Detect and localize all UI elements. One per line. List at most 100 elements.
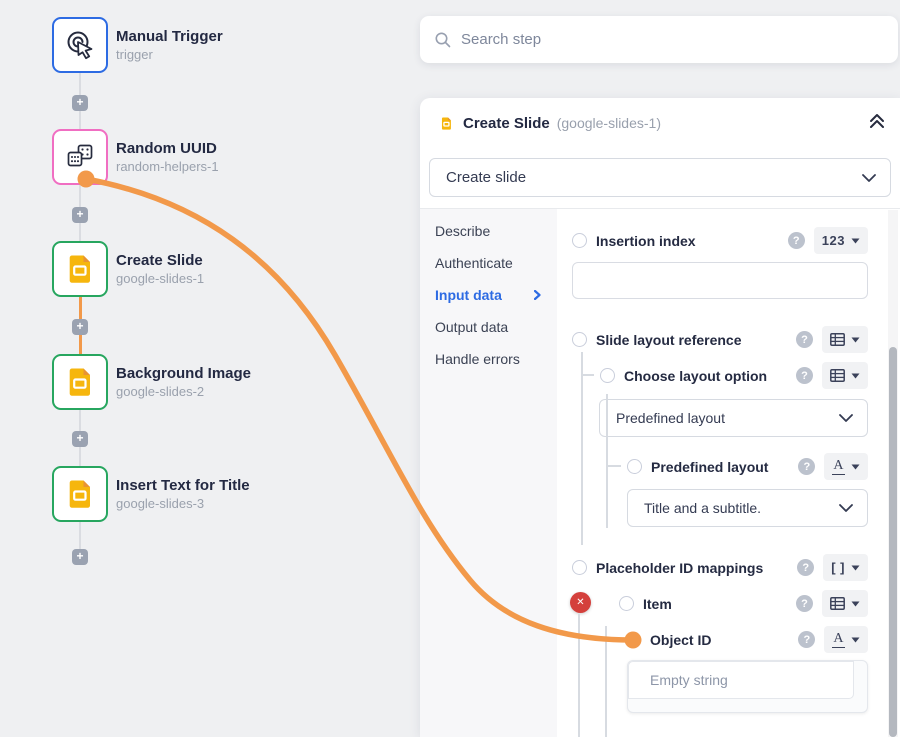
field-row-placeholder-id-mappings: Placeholder ID mappings ? [ ]: [572, 554, 868, 581]
tab-handle-errors[interactable]: Handle errors: [420, 343, 557, 375]
field-label: Object ID: [650, 632, 711, 648]
node-subtitle: google-slides-1: [116, 270, 204, 288]
connection-input-dot[interactable]: [625, 632, 641, 648]
tree-line: [606, 394, 608, 528]
node-subtitle: google-slides-3: [116, 495, 250, 513]
field-row-object-id: Object ID ? A: [625, 626, 868, 653]
tab-input-data[interactable]: Input data: [420, 279, 557, 311]
radio-predefined-layout[interactable]: [627, 459, 642, 474]
tree-line: [605, 639, 627, 641]
node-title: Insert Text for Title: [116, 476, 250, 495]
google-slides-icon: [63, 365, 97, 399]
add-step-button[interactable]: +: [72, 549, 88, 565]
google-slides-icon: [63, 477, 97, 511]
insertion-index-input[interactable]: [572, 262, 868, 299]
node-box[interactable]: [52, 466, 108, 522]
table-type-icon: [830, 369, 845, 382]
radio-placeholder-id-mappings[interactable]: [572, 560, 587, 575]
chevron-down-icon: [839, 414, 853, 422]
help-icon[interactable]: ?: [796, 331, 813, 348]
type-chip-table[interactable]: [822, 362, 868, 389]
type-chip-text[interactable]: A: [824, 453, 868, 480]
type-chip-table[interactable]: [822, 590, 868, 617]
radio-slide-layout-reference[interactable]: [572, 332, 587, 347]
field-label: Choose layout option: [624, 368, 767, 384]
node-title: Random UUID: [116, 139, 219, 158]
node-box[interactable]: [52, 241, 108, 297]
field-label: Item: [643, 596, 672, 612]
add-step-button[interactable]: +: [72, 95, 88, 111]
caret-down-icon: [851, 601, 860, 607]
tree-line: [578, 614, 580, 737]
tab-describe[interactable]: Describe: [420, 215, 557, 247]
add-step-button[interactable]: +: [72, 207, 88, 223]
manual-trigger-icon: [63, 28, 97, 62]
tab-output-data[interactable]: Output data: [420, 311, 557, 343]
collapse-chevrons-icon: [868, 113, 886, 129]
node-subtitle: google-slides-2: [116, 383, 251, 401]
node-box[interactable]: [52, 129, 108, 185]
search-input[interactable]: [461, 31, 884, 48]
tree-line: [581, 352, 583, 545]
help-icon[interactable]: ?: [788, 232, 805, 249]
caret-down-icon: [851, 637, 860, 643]
node-subtitle: trigger: [116, 46, 223, 64]
field-row-slide-layout-reference: Slide layout reference ?: [572, 326, 868, 353]
type-chip-number[interactable]: 123: [814, 227, 868, 254]
chevron-down-icon: [862, 174, 876, 182]
node-box[interactable]: [52, 354, 108, 410]
workflow-node-insert-text: Insert Text for Title google-slides-3: [52, 466, 382, 522]
object-id-value-field: [627, 660, 868, 713]
panel-scrollbar-thumb[interactable]: [889, 347, 897, 737]
node-title: Background Image: [116, 364, 251, 383]
workflow-node-manual-trigger: Manual Trigger trigger: [52, 17, 382, 73]
google-slides-icon: [439, 116, 454, 131]
workflow-node-background-image: Background Image google-slides-2: [52, 354, 382, 410]
workflow-node-random-uuid: Random UUID random-helpers-1: [52, 129, 382, 185]
table-type-icon: [830, 333, 845, 346]
chevron-right-icon: [534, 290, 541, 300]
help-icon[interactable]: ?: [796, 367, 813, 384]
tab-authenticate[interactable]: Authenticate: [420, 247, 557, 279]
help-icon[interactable]: ?: [797, 559, 814, 576]
action-select-value: Create slide: [430, 169, 862, 186]
caret-down-icon: [851, 464, 860, 470]
help-icon[interactable]: ?: [798, 631, 815, 648]
type-chip-table[interactable]: [822, 326, 868, 353]
type-chip-text[interactable]: A: [824, 626, 868, 653]
type-chip-array[interactable]: [ ]: [823, 554, 868, 581]
array-type-icon: [ ]: [831, 560, 845, 575]
help-icon[interactable]: ?: [796, 595, 813, 612]
object-id-input[interactable]: [628, 661, 854, 699]
tree-line: [605, 626, 607, 737]
panel-step-id: (google-slides-1): [557, 115, 661, 131]
field-row-item: Item ?: [619, 590, 868, 617]
workflow-node-create-slide: Create Slide google-slides-1: [52, 241, 382, 297]
choose-layout-option-select[interactable]: Predefined layout: [599, 399, 868, 437]
help-icon[interactable]: ?: [798, 458, 815, 475]
search-icon: [434, 31, 452, 49]
dice-icon: [63, 140, 97, 174]
caret-down-icon: [851, 337, 860, 343]
add-step-button[interactable]: +: [72, 431, 88, 447]
collapse-panel-button[interactable]: [868, 113, 886, 134]
radio-insertion-index[interactable]: [572, 233, 587, 248]
table-type-icon: [830, 597, 845, 610]
caret-down-icon: [851, 565, 860, 571]
action-select[interactable]: Create slide: [429, 158, 891, 197]
node-box[interactable]: [52, 17, 108, 73]
radio-item[interactable]: [619, 596, 634, 611]
delete-item-button[interactable]: ✕: [570, 592, 591, 613]
panel-tabs-sidebar: Describe Authenticate Input data Output …: [420, 209, 557, 737]
radio-choose-layout-option[interactable]: [600, 368, 615, 383]
text-type-icon: A: [832, 632, 845, 648]
google-slides-icon: [63, 252, 97, 286]
field-row-choose-layout-option: Choose layout option ?: [600, 362, 868, 389]
field-label: Slide layout reference: [596, 332, 742, 348]
add-step-button[interactable]: +: [72, 319, 88, 335]
chevron-down-icon: [839, 504, 853, 512]
node-title: Create Slide: [116, 251, 204, 270]
caret-down-icon: [851, 373, 860, 379]
predefined-layout-select[interactable]: Title and a subtitle.: [627, 489, 868, 527]
select-value: Title and a subtitle.: [628, 500, 839, 516]
